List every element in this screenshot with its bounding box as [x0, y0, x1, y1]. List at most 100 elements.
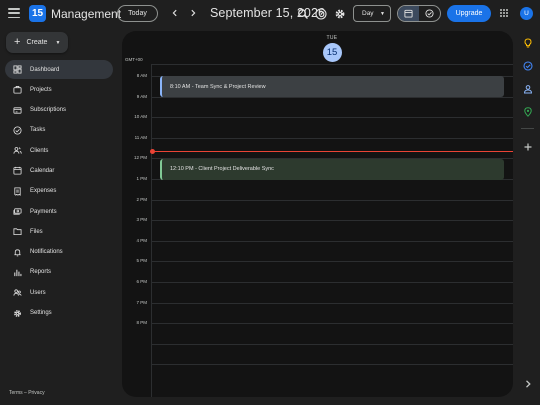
- gear-icon[interactable]: [333, 7, 346, 20]
- view-selector-label: Day: [362, 10, 374, 17]
- sidebar-item-tasks[interactable]: Tasks: [5, 121, 113, 140]
- expand-icon[interactable]: [522, 378, 533, 389]
- calendar-event[interactable]: 8:10 AM - Team Sync & Project Review: [160, 76, 504, 98]
- calendar-icon: [404, 9, 413, 18]
- main-menu-icon[interactable]: [8, 8, 20, 18]
- terms-link[interactable]: Terms: [9, 390, 23, 396]
- sidebar-item-reports[interactable]: Reports: [5, 263, 113, 282]
- sidebar-item-label: Users: [30, 289, 46, 296]
- hour-label: 6 PM: [136, 279, 147, 284]
- hour-label: 8 AM: [136, 73, 147, 78]
- event-title: 12:10 PM - Client Project Deliverable Sy…: [170, 166, 274, 172]
- sidebar-item-label: Reports: [30, 269, 52, 276]
- hour-label: 1 PM: [136, 176, 147, 181]
- apps-grid-icon[interactable]: [500, 9, 508, 17]
- users-icon: [13, 289, 22, 296]
- today-button[interactable]: Today: [117, 5, 158, 22]
- gear-icon: [14, 309, 21, 317]
- calendar-tasks-toggle: [397, 5, 441, 22]
- hour-label: 4 PM: [136, 237, 147, 243]
- sidebar-item-dashboard[interactable]: Dashboard: [5, 60, 113, 79]
- hour-label: 10 AM: [134, 114, 147, 120]
- current-time-line: [152, 151, 513, 153]
- sidebar-item-label: Tasks: [30, 127, 46, 134]
- sidebar-item-settings[interactable]: Settings: [5, 304, 113, 323]
- chevron-right-icon[interactable]: [186, 6, 200, 20]
- sidebar-item-label: Expenses: [30, 188, 57, 195]
- sidebar-item-notifications[interactable]: Notifications: [5, 243, 113, 262]
- hour-line: [151, 261, 513, 263]
- top-bar: 15 Management Today September 15, 2026 D…: [0, 0, 540, 28]
- view-selector[interactable]: Day ▼: [353, 5, 391, 22]
- sidebar-item-label: Clients: [30, 147, 49, 154]
- sidebar-item-label: Projects: [30, 86, 52, 93]
- hour-line: [151, 117, 513, 119]
- hour-line: [151, 240, 513, 242]
- check-circle-icon: [425, 9, 434, 18]
- sidebar-item-expenses[interactable]: Expenses: [5, 182, 113, 201]
- sidebar-item-payments[interactable]: Payments: [5, 202, 113, 221]
- hour-line: [151, 220, 513, 222]
- search-icon[interactable]: [296, 7, 309, 20]
- sidebar-item-projects[interactable]: Projects: [5, 80, 113, 99]
- tasks-view-toggle[interactable]: [419, 6, 440, 21]
- privacy-link[interactable]: Privacy: [28, 390, 44, 396]
- sidebar-item-label: Dashboard: [30, 66, 60, 73]
- caret-down-icon: ▼: [380, 10, 385, 17]
- bell-icon: [14, 249, 21, 256]
- hour-label: 3 PM: [136, 217, 147, 223]
- keep-icon[interactable]: [522, 37, 533, 48]
- hour-label: 5 PM: [136, 258, 147, 264]
- people-icon: [13, 147, 22, 154]
- sidebar-item-label: Notifications: [30, 249, 63, 256]
- sidebar-item-files[interactable]: Files: [5, 222, 113, 241]
- sidebar-item-label: Payments: [30, 208, 57, 215]
- hour-line: [151, 302, 513, 304]
- hour-line: [151, 199, 513, 201]
- rail-divider: [521, 128, 534, 129]
- sidebar-item-label: Calendar: [30, 167, 55, 174]
- sidebar-item-subscriptions[interactable]: Subscriptions: [5, 101, 113, 120]
- caret-down-icon: ▼: [55, 39, 61, 46]
- briefcase-icon: [13, 86, 22, 94]
- calendar-panel: TUE 15 GMT+00 8 AM 9 AM 10 AM 11 AM 12 PM 1 P…: [122, 31, 513, 397]
- tasks-icon[interactable]: [522, 60, 533, 71]
- event-title: 8:10 AM - Team Sync & Project Review: [170, 83, 266, 90]
- sidebar-item-users[interactable]: Users: [5, 283, 113, 302]
- maps-icon[interactable]: [522, 106, 533, 117]
- sidebar-item-label: Files: [30, 228, 43, 235]
- hour-line: [151, 282, 513, 283]
- folder-icon: [13, 228, 22, 236]
- hour-label: 2 PM: [136, 196, 147, 202]
- sidebar-item-calendar[interactable]: Calendar: [5, 161, 113, 180]
- upgrade-button[interactable]: Upgrade: [447, 5, 491, 22]
- payments-icon: [13, 208, 22, 215]
- current-time-dot: [150, 149, 155, 155]
- calendar-icon: [13, 167, 22, 175]
- hour-label: 11 AM: [134, 134, 147, 140]
- hour-label: 7 PM: [136, 299, 147, 305]
- check-circle-icon: [13, 126, 22, 135]
- sidebar-item-clients[interactable]: Clients: [5, 141, 113, 160]
- grid-top-line: [151, 64, 513, 65]
- bar-chart-icon: [14, 269, 22, 277]
- dashboard-icon: [13, 65, 22, 74]
- help-icon[interactable]: [314, 7, 327, 20]
- calendar-view-toggle[interactable]: [398, 6, 419, 21]
- create-label: Create: [26, 39, 48, 46]
- hour-line: [151, 364, 513, 366]
- contacts-icon[interactable]: [522, 83, 533, 94]
- add-icon[interactable]: [522, 141, 533, 152]
- receipt-icon: [14, 187, 21, 196]
- hour-line: [151, 323, 513, 325]
- chevron-left-icon[interactable]: [168, 6, 182, 20]
- avatar[interactable]: U: [520, 7, 533, 20]
- plus-icon: +: [14, 36, 21, 48]
- app-title: Management: [51, 7, 122, 21]
- hour-line: [151, 137, 513, 139]
- calendar-event[interactable]: 12:10 PM - Client Project Deliverable Sy…: [160, 158, 504, 180]
- time-grid[interactable]: 8 AM 9 AM 10 AM 11 AM 12 PM 1 PM 2 PM 3 PM 4 PM 5…: [122, 31, 513, 397]
- sidebar-item-label: Subscriptions: [30, 107, 67, 114]
- create-button[interactable]: + Create ▼: [6, 32, 68, 53]
- hour-label: 9 AM: [136, 93, 147, 99]
